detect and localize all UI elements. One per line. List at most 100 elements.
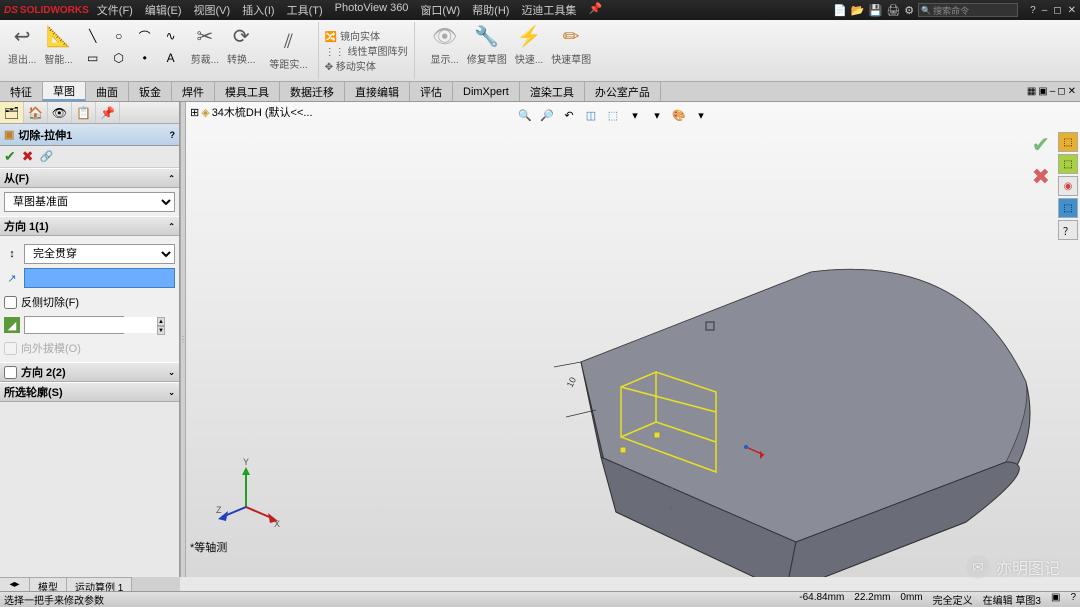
rapid-sketch-button[interactable]: ✏快速草图 <box>547 22 595 79</box>
max-icon[interactable]: ◻ <box>1057 86 1065 97</box>
circle-icon[interactable]: ○ <box>107 26 131 46</box>
tab-render[interactable]: 渲染工具 <box>520 82 585 101</box>
panel-tab-display[interactable]: 👁 <box>48 102 72 123</box>
panel-tab-config[interactable]: 🏠 <box>24 102 48 123</box>
cancel-button[interactable]: ✖ <box>22 148 34 165</box>
tab-sheetmetal[interactable]: 钣金 <box>129 82 172 101</box>
status-z: 0mm <box>900 592 922 607</box>
from-dropdown[interactable]: 草图基准面 <box>4 192 175 212</box>
view-orient-icon[interactable]: ⬚ <box>604 106 622 124</box>
reverse-dir-icon[interactable]: ↕ <box>4 248 20 260</box>
line-icon[interactable]: ╲ <box>81 26 105 46</box>
tab-office[interactable]: 办公室产品 <box>585 82 661 101</box>
zoom-area-icon[interactable]: 🔎 <box>538 106 556 124</box>
repair-button[interactable]: 🔧修复草图 <box>463 22 511 79</box>
menu-photoview[interactable]: PhotoView 360 <box>335 2 409 18</box>
pattern-button[interactable]: ⋮⋮ 线性草图阵列 <box>325 43 408 58</box>
text-icon[interactable]: A <box>159 48 183 68</box>
save-icon[interactable]: 💾 <box>869 4 883 17</box>
dir2-checkbox[interactable] <box>4 366 17 379</box>
convert-button[interactable]: ⟳转换... <box>223 22 259 79</box>
help-icon[interactable]: ? <box>1030 5 1036 16</box>
new-icon[interactable]: 📄 <box>833 4 847 17</box>
minimize-icon[interactable]: – <box>1042 5 1048 16</box>
reverse-cut-label: 反侧切除(F) <box>21 294 79 310</box>
panel-tab-feature[interactable]: 🗂 <box>0 102 24 123</box>
tab-evaluate[interactable]: 评估 <box>410 82 453 101</box>
search-input[interactable]: 搜索命令 <box>918 3 1018 17</box>
menu-window[interactable]: 窗口(W) <box>420 2 460 18</box>
close-icon[interactable]: ✕ <box>1068 5 1076 16</box>
viewport[interactable]: ⊞◈34木梳DH (默认<<... 🔍 🔎 ↶ ◫ ⬚ ▾ ▾ 🎨 ▾ ✔ ✖ … <box>186 102 1080 577</box>
section-dir1[interactable]: 方向 1(1)⌃ <box>0 216 179 236</box>
closewin-icon[interactable]: ✕ <box>1068 86 1076 97</box>
section-contours[interactable]: 所选轮廓(S)⌄ <box>0 382 179 402</box>
menu-file[interactable]: 文件(F) <box>97 2 133 18</box>
spline-icon[interactable]: ∿ <box>159 26 183 46</box>
pin-icon[interactable]: 📌 <box>588 2 602 18</box>
point-icon[interactable]: • <box>133 48 157 68</box>
tab-directedit[interactable]: 直接编辑 <box>345 82 410 101</box>
min-icon[interactable]: – <box>1050 86 1056 97</box>
smart-dimension-button[interactable]: 📐智能... <box>40 22 76 79</box>
window-icon[interactable]: ▣ <box>1038 86 1047 97</box>
panel-tab-pin[interactable]: 📌 <box>96 102 120 123</box>
menu-insert[interactable]: 插入(I) <box>242 2 274 18</box>
tab-weldment[interactable]: 焊件 <box>172 82 215 101</box>
polygon-icon[interactable]: ⬡ <box>107 48 131 68</box>
move-button[interactable]: ✥ 移动实体 <box>325 58 376 73</box>
wechat-icon: ✉ <box>966 555 990 579</box>
maximize-icon[interactable]: ◻ <box>1053 5 1061 16</box>
open-icon[interactable]: 📂 <box>851 4 865 17</box>
tile-icon[interactable]: ▦ <box>1027 86 1036 97</box>
menu-view[interactable]: 视图(V) <box>194 2 231 18</box>
ok-button[interactable]: ✔ <box>4 148 16 165</box>
detail-icon[interactable]: 🔗 <box>39 150 53 163</box>
status-icon[interactable]: ▣ <box>1051 592 1060 607</box>
offset-button[interactable]: ⫽等距实... <box>265 29 311 73</box>
doc-title[interactable]: ⊞◈34木梳DH (默认<<... <box>190 104 313 120</box>
model-3d[interactable]: + + 10 <box>366 162 1066 577</box>
direction-input[interactable] <box>24 268 175 288</box>
display-button[interactable]: 👁显示... <box>427 22 463 79</box>
rect-icon[interactable]: ▭ <box>81 48 105 68</box>
status-help-icon[interactable]: ? <box>1070 592 1076 607</box>
confirm-ok-icon[interactable]: ✔ <box>1032 132 1050 158</box>
trim-button[interactable]: ✂剪裁... <box>187 22 223 79</box>
tab-surface[interactable]: 曲面 <box>86 82 129 101</box>
options-icon[interactable]: ⚙ <box>904 4 914 17</box>
tab-dimxpert[interactable]: DimXpert <box>453 82 520 101</box>
hide-show-icon[interactable]: ▾ <box>648 106 666 124</box>
draft-icon[interactable]: ◢ <box>4 317 20 333</box>
prev-view-icon[interactable]: ↶ <box>560 106 578 124</box>
scene-icon[interactable]: ▾ <box>692 106 710 124</box>
menu-edit[interactable]: 编辑(E) <box>145 2 182 18</box>
status-y: 22.2mm <box>854 592 890 607</box>
tab-feature[interactable]: 特征 <box>0 82 43 101</box>
section-view-icon[interactable]: ◫ <box>582 106 600 124</box>
rt-icon-1[interactable]: ⬚ <box>1058 132 1078 152</box>
section-from[interactable]: 从(F)⌃ <box>0 168 179 188</box>
appearance-icon[interactable]: 🎨 <box>670 106 688 124</box>
tab-datamigration[interactable]: 数据迁移 <box>280 82 345 101</box>
arc-icon[interactable]: ⌒ <box>133 26 157 46</box>
svg-text:X: X <box>274 519 280 527</box>
reverse-cut-checkbox[interactable] <box>4 296 17 309</box>
menu-maidi[interactable]: 迈迪工具集 <box>521 2 576 18</box>
display-style-icon[interactable]: ▾ <box>626 106 644 124</box>
tab-sketch[interactable]: 草图 <box>43 82 86 101</box>
print-icon[interactable]: 🖨 <box>886 4 900 17</box>
panel-tab-prop[interactable]: 📋 <box>72 102 96 123</box>
end-condition-dropdown[interactable]: 完全贯穿 <box>24 244 175 264</box>
feature-title: ▣ 切除-拉伸1 ? <box>0 124 179 146</box>
draft-spinner[interactable]: ▲▼ <box>24 316 124 334</box>
exit-sketch-button[interactable]: ↩退出... <box>4 22 40 79</box>
zoom-fit-icon[interactable]: 🔍 <box>516 106 534 124</box>
mirror-button[interactable]: 🔀 镜向实体 <box>325 28 380 43</box>
direction-icon[interactable]: ↗ <box>4 272 20 285</box>
menu-tools[interactable]: 工具(T) <box>287 2 323 18</box>
quick-button[interactable]: ⚡快速... <box>511 22 547 79</box>
tab-mold[interactable]: 模具工具 <box>215 82 280 101</box>
section-dir2[interactable]: 方向 2(2)⌄ <box>0 362 179 382</box>
menu-help[interactable]: 帮助(H) <box>472 2 509 18</box>
